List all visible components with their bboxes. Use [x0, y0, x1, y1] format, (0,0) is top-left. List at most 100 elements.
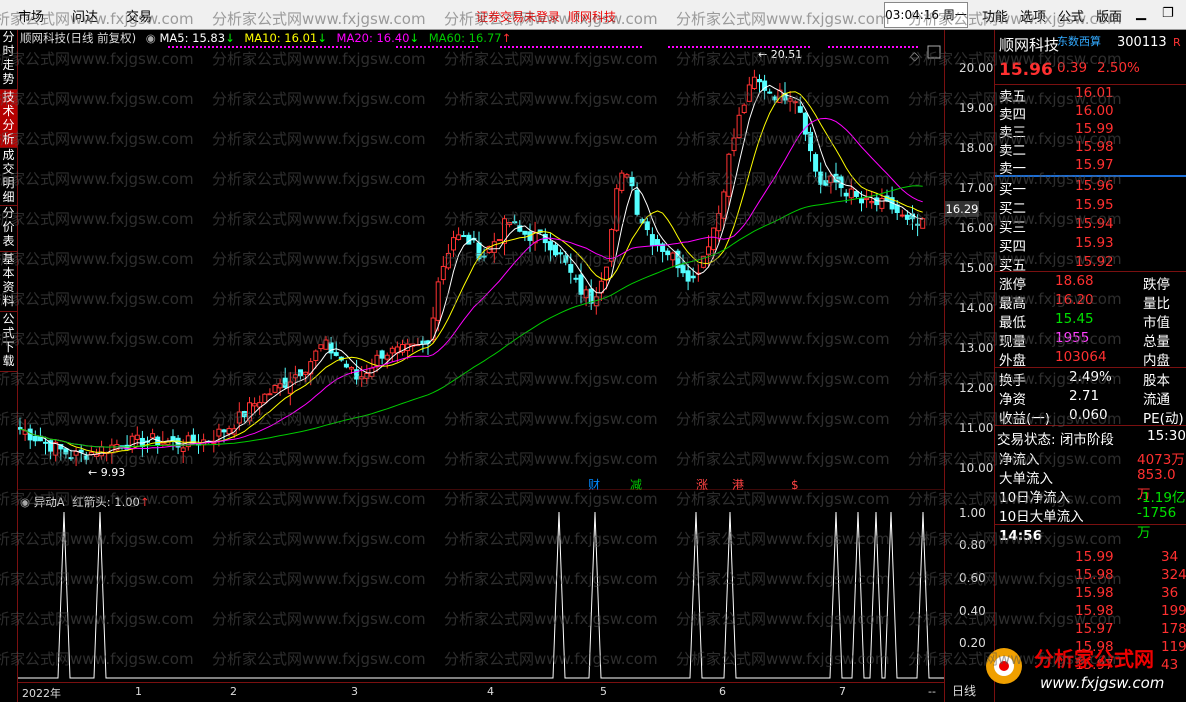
quote-row: 外盘 103064 内盘 [995, 349, 1186, 369]
arrow-down-icon: ↓ [317, 31, 327, 45]
event-dot [808, 46, 810, 48]
candle-body [614, 188, 620, 231]
candle-body [746, 84, 752, 102]
indicator-chart[interactable] [18, 508, 944, 682]
event-dot [744, 46, 746, 48]
menu-options[interactable]: 选项 [1020, 6, 1046, 25]
event-dot [908, 46, 910, 48]
concept-tag[interactable]: 东数西算 [1057, 33, 1101, 49]
menu-layout[interactable]: 版面 [1096, 6, 1122, 25]
event-mark[interactable]: 港 [732, 478, 744, 490]
tick-price: 15.97 [1075, 621, 1114, 637]
stat-label-right: 市值 [1143, 315, 1170, 331]
candle-body [43, 441, 48, 444]
time-axis: 2022年 1 2 3 4 5 6 7 -- [18, 682, 944, 702]
minimize-icon[interactable]: ▁ [1136, 6, 1146, 21]
event-dot [632, 46, 634, 48]
tab-formula-download[interactable]: 公式下载 [0, 312, 17, 372]
tab-basic-info[interactable]: 基本资料 [0, 252, 17, 312]
candle-body [272, 384, 278, 393]
tab-technical[interactable]: 技术分析 [0, 90, 17, 148]
event-dot [580, 46, 582, 48]
event-dot [344, 46, 346, 48]
candle-body [553, 244, 558, 256]
event-dot [904, 46, 906, 48]
event-dot [332, 46, 334, 48]
event-dot [728, 46, 730, 48]
x-tick: -- [928, 685, 936, 698]
event-mark[interactable]: 财 [588, 478, 600, 490]
candle-body [68, 457, 74, 460]
event-mark[interactable]: 涨 [696, 477, 708, 490]
candle-body [843, 192, 849, 197]
event-dot [436, 46, 438, 48]
candle-body [379, 350, 385, 359]
y-tick: 12.00 [959, 381, 994, 395]
candle-body [568, 264, 574, 273]
stat-label: 换手 [999, 373, 1026, 389]
event-mark[interactable]: 减 [630, 478, 642, 490]
candle-body [323, 339, 329, 350]
period-button[interactable]: 日线 [952, 682, 976, 699]
candle-body [134, 434, 140, 440]
menu-wenda[interactable]: 问达 [72, 6, 98, 25]
tick-volume: 36 [1161, 585, 1179, 601]
candle-body [624, 174, 630, 178]
menu-trade[interactable]: 交易 [126, 6, 152, 25]
login-status[interactable]: 证券交易未登录 [476, 8, 560, 25]
settings-circle-icon[interactable]: ◉ [146, 31, 156, 45]
minimize-chart-icon[interactable] [927, 45, 941, 59]
y-tick: 17.00 [959, 181, 994, 195]
candle-body [435, 281, 441, 321]
price-axis: 20.00 19.00 18.00 17.00 16.00 15.00 14.0… [944, 30, 994, 702]
candle-body [236, 411, 242, 424]
event-dot [232, 46, 234, 48]
menu-market[interactable]: 市场 [18, 6, 44, 25]
candle-body [496, 239, 502, 242]
candle-body [797, 106, 803, 113]
event-dot [176, 46, 178, 48]
diamond-icon[interactable]: ◇ [910, 49, 920, 63]
event-mark[interactable]: $ [791, 478, 799, 490]
candle-body [685, 270, 691, 282]
logo-url: www.fxjgsw.com [1040, 674, 1164, 692]
ask-level: 卖一 [999, 161, 1026, 177]
event-dot [340, 46, 342, 48]
quote-row: 现量 1955 总量 [995, 330, 1186, 350]
candle-body [823, 180, 829, 186]
restore-icon[interactable]: ❐ [1162, 6, 1174, 21]
ask-level: 卖三 [999, 125, 1026, 141]
candle-body [277, 383, 283, 389]
ma10-line [19, 91, 923, 454]
ma5-label: MA5: 15.83 [159, 31, 226, 45]
menu-function[interactable]: 功能 [982, 6, 1008, 25]
stock-link[interactable]: 顺网科技 [568, 8, 616, 25]
stat-label-right: 总量 [1143, 334, 1170, 350]
quote-row: 最低 15.45 市值 [995, 311, 1186, 331]
event-dot [336, 46, 338, 48]
event-dot [284, 46, 286, 48]
event-dot [268, 46, 270, 48]
ask-price: 15.98 [1075, 139, 1114, 155]
event-dot [432, 46, 434, 48]
event-dot [872, 46, 874, 48]
event-dot [888, 46, 890, 48]
quote-row: 卖五 16.01 [995, 85, 1186, 105]
event-dot [420, 46, 422, 48]
flow-label: 大单流入 [999, 471, 1053, 487]
arrow-down-icon: ↓ [409, 31, 420, 45]
event-dot [676, 46, 678, 48]
event-dot [584, 46, 586, 48]
kline-chart[interactable]: ← 20.51 ← 9.93 财 减 涨 港 $ ◇ [18, 44, 944, 490]
tick-price: 15.99 [1075, 549, 1114, 565]
event-dot [308, 46, 310, 48]
tab-deals[interactable]: 成交明细 [0, 148, 17, 206]
tab-intraday[interactable]: 分时走势 [0, 30, 17, 90]
event-dot [548, 46, 550, 48]
quote-row: 卖三 15.99 [995, 121, 1186, 141]
y-tick: 10.00 [959, 461, 994, 475]
bid-price: 15.94 [1075, 216, 1114, 232]
menu-formula[interactable]: 公式 [1058, 6, 1084, 25]
tab-price-table[interactable]: 分价表 [0, 206, 17, 252]
settings-circle-icon[interactable]: ◉ [20, 495, 30, 509]
